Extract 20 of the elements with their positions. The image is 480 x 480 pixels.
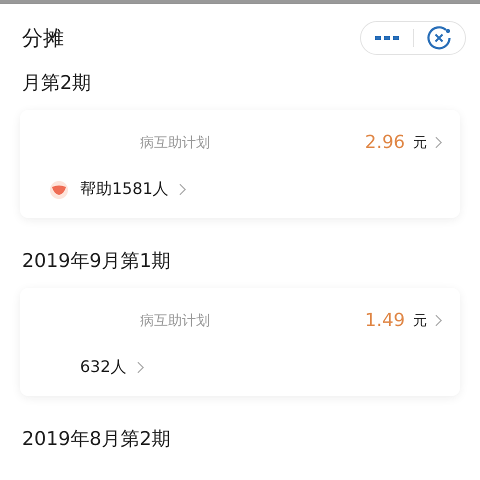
- helped-count: 632人: [80, 357, 127, 378]
- period-title: 月第2期: [21, 71, 92, 96]
- chevron-icon: [435, 314, 442, 327]
- amount: 1.49: [364, 310, 405, 331]
- plan-name: 病互助计划: [140, 312, 210, 330]
- period-title: 2019年9月第1期: [21, 249, 172, 274]
- period-title: 2019年8月第2期: [21, 427, 172, 452]
- amount: 2.96: [364, 132, 405, 153]
- currency-unit: 元: [413, 312, 427, 330]
- contribution-card[interactable]: 病互助计划 2.96 元 帮助1581人: [20, 110, 460, 218]
- close-icon: [426, 25, 452, 51]
- contribution-card[interactable]: 病互助计划 1.49 元 632人: [20, 288, 460, 396]
- chevron-icon: [136, 361, 144, 374]
- plan-name: 病互助计划: [140, 134, 210, 152]
- chevron-icon: [435, 136, 442, 149]
- page-title: 分摊: [22, 25, 64, 52]
- more-icon: [374, 35, 399, 41]
- helped-count: 帮助1581人: [80, 179, 169, 200]
- currency-unit: 元: [413, 134, 427, 152]
- chevron-icon: [178, 183, 186, 196]
